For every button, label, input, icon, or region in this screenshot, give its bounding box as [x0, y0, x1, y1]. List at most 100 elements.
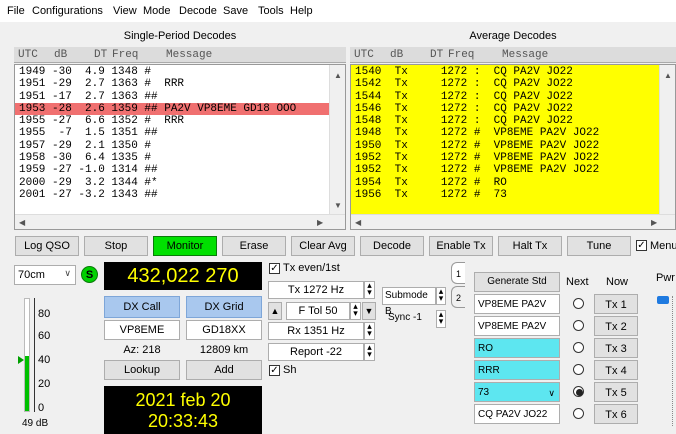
next-radio-6[interactable]: [573, 408, 584, 419]
sync-field[interactable]: Sync -1: [388, 310, 434, 328]
message-text: RO: [478, 343, 493, 354]
submode-select[interactable]: Submode B: [382, 287, 436, 317]
next-radio-1[interactable]: [573, 298, 584, 309]
average-decodes-list[interactable]: 1540 Tx 1272 : CQ PA2V JO22 1542 Tx 1272 …: [350, 64, 676, 230]
clear-avg-button[interactable]: Clear Avg: [291, 236, 355, 256]
menu-tools[interactable]: Tools: [258, 5, 284, 17]
single-period-list[interactable]: 1949 -30 4.9 1348 #1951 -29 2.7 1363 # R…: [14, 64, 346, 230]
tx-message-1-field[interactable]: VP8EME PA2V JO22: [474, 294, 560, 330]
rx-frequency-spinner[interactable]: ▴ ▾: [364, 322, 375, 340]
halt-tx-button[interactable]: Halt Tx: [498, 236, 562, 256]
monitor-button[interactable]: Monitor: [153, 236, 217, 256]
decode-row[interactable]: 1957 -29 2.1 1350 #: [19, 140, 329, 152]
rx-frequency-field[interactable]: Rx 1351 Hz: [268, 322, 364, 340]
tx-4-button[interactable]: Tx 4: [594, 360, 638, 380]
sync-spinner[interactable]: ▴ ▾: [436, 310, 446, 328]
menu-help[interactable]: Help: [290, 5, 313, 17]
next-radio-2[interactable]: [573, 320, 584, 331]
meter-tick: 20: [38, 378, 51, 390]
tab-2[interactable]: 2: [451, 286, 465, 308]
tx-2-button[interactable]: Tx 2: [594, 316, 638, 336]
decode-row[interactable]: 1953 -28 2.6 1359 ## PA2V VP8EME GD18 OO…: [15, 102, 333, 116]
tx-frequency-spinner[interactable]: ▴ ▾: [364, 281, 375, 299]
decode-row[interactable]: 1955 -27 6.6 1352 # RRR: [19, 115, 329, 127]
tx-1-button[interactable]: Tx 1: [594, 294, 638, 314]
menu-view[interactable]: View: [113, 5, 137, 17]
average-row[interactable]: 1948 Tx 1272 # VP8EME PA2V JO22: [355, 127, 655, 139]
left-hscroll[interactable]: ◀ ▶: [15, 214, 345, 229]
sh-checkbox[interactable]: ✓: [269, 365, 280, 376]
average-row[interactable]: 1548 Tx 1272 : CQ PA2V JO22: [355, 115, 655, 127]
pwr-slider-track[interactable]: [672, 296, 676, 426]
chevron-down-icon[interactable]: ∨: [548, 383, 555, 403]
add-button[interactable]: Add: [186, 360, 262, 380]
ftol-field[interactable]: F Tol 50: [286, 302, 350, 320]
tune-button[interactable]: Tune: [567, 236, 631, 256]
decode-row[interactable]: 1951 -29 2.7 1363 # RRR: [19, 78, 329, 90]
ftol-up-button[interactable]: ▲: [268, 302, 282, 320]
band-value: 70cm: [18, 269, 45, 281]
average-row[interactable]: 1544 Tx 1272 : CQ PA2V JO22: [355, 91, 655, 103]
decode-row[interactable]: 1959 -27 -1.0 1314 ##: [19, 164, 329, 176]
decode-row[interactable]: 2001 -27 -3.2 1343 ##: [19, 189, 329, 201]
menu-decode[interactable]: Decode: [179, 5, 217, 17]
average-row[interactable]: 1542 Tx 1272 : CQ PA2V JO22: [355, 78, 655, 90]
next-radio-4[interactable]: [573, 364, 584, 375]
next-label: Next: [566, 276, 589, 288]
next-radio-5[interactable]: [573, 386, 584, 397]
average-row[interactable]: 1952 Tx 1272 # VP8EME PA2V JO22: [355, 164, 655, 176]
tx-5-button[interactable]: Tx 5: [594, 382, 638, 402]
generate-std-msgs-button[interactable]: Generate Std Msgs: [474, 272, 560, 305]
menu-mode[interactable]: Mode: [143, 5, 171, 17]
tx-even-checkbox[interactable]: ✓: [269, 263, 280, 274]
decode-row[interactable]: 1951 -17 2.7 1363 ##: [19, 91, 329, 103]
average-row[interactable]: 1956 Tx 1272 # 73: [355, 189, 655, 201]
frequency-display[interactable]: 432,022 270: [104, 262, 262, 290]
lookup-button[interactable]: Lookup: [104, 360, 180, 380]
average-row[interactable]: 1952 Tx 1272 # VP8EME PA2V JO22: [355, 152, 655, 164]
distance-label: 12809 km: [199, 344, 249, 356]
dx-grid-input[interactable]: GD18XX: [186, 320, 262, 340]
ftol-down-button[interactable]: ▼: [362, 302, 376, 320]
tx-message-4-field[interactable]: RRR: [474, 360, 560, 380]
report-field[interactable]: Report -22: [268, 343, 364, 361]
tx-message-5-field[interactable]: 73 ∨: [474, 382, 560, 402]
tab-1[interactable]: 1: [451, 262, 465, 284]
meter-fill: [25, 356, 29, 411]
average-row[interactable]: 1954 Tx 1272 # RO: [355, 177, 655, 189]
dx-call-input[interactable]: VP8EME: [104, 320, 180, 340]
stop-button[interactable]: Stop: [84, 236, 148, 256]
decode-row[interactable]: 1955 -7 1.5 1351 ##: [19, 127, 329, 139]
decode-button[interactable]: Decode: [360, 236, 424, 256]
enable-tx-button[interactable]: Enable Tx: [429, 236, 493, 256]
tx-message-6-field[interactable]: CQ PA2V JO22: [474, 404, 560, 424]
average-row[interactable]: 1540 Tx 1272 : CQ PA2V JO22: [355, 66, 655, 78]
tx-message-3-field[interactable]: RO: [474, 338, 560, 358]
left-vscroll[interactable]: ▲ ▼: [329, 65, 345, 214]
decode-row[interactable]: 1958 -30 6.4 1335 #: [19, 152, 329, 164]
next-radio-3[interactable]: [573, 342, 584, 353]
ftol-spinner[interactable]: ▴ ▾: [350, 302, 361, 320]
right-vscroll[interactable]: ▲: [659, 65, 675, 214]
menu-configurations[interactable]: Configurations: [32, 5, 103, 17]
right-hscroll[interactable]: ◀ ▶: [351, 214, 675, 229]
average-row[interactable]: 1950 Tx 1272 # VP8EME PA2V JO22: [355, 140, 655, 152]
band-select[interactable]: 70cm ∨: [14, 265, 76, 285]
tx-frequency-field[interactable]: Tx 1272 Hz: [268, 281, 364, 299]
col-freq: Freq: [112, 49, 139, 61]
status-s-indicator[interactable]: S: [81, 266, 98, 283]
menus-checkbox[interactable]: ✓: [636, 240, 647, 251]
tx-3-button[interactable]: Tx 3: [594, 338, 638, 358]
report-spinner[interactable]: ▴ ▾: [364, 343, 375, 361]
decode-row[interactable]: 1949 -30 4.9 1348 #: [19, 66, 329, 78]
submode-spinner[interactable]: ▴ ▾: [436, 287, 446, 305]
menu-save[interactable]: Save: [223, 5, 248, 17]
average-row[interactable]: 1546 Tx 1272 : CQ PA2V JO22: [355, 103, 655, 115]
log-qso-button[interactable]: Log QSO: [15, 236, 79, 256]
decode-row[interactable]: 2000 -29 3.2 1344 #*: [19, 177, 329, 189]
erase-button[interactable]: Erase: [222, 236, 286, 256]
tx-message-2-field[interactable]: VP8EME PA2V JO22: [474, 316, 560, 352]
menu-file[interactable]: File: [7, 5, 25, 17]
pwr-slider-handle[interactable]: [657, 296, 669, 304]
tx-6-button[interactable]: Tx 6: [594, 404, 638, 424]
